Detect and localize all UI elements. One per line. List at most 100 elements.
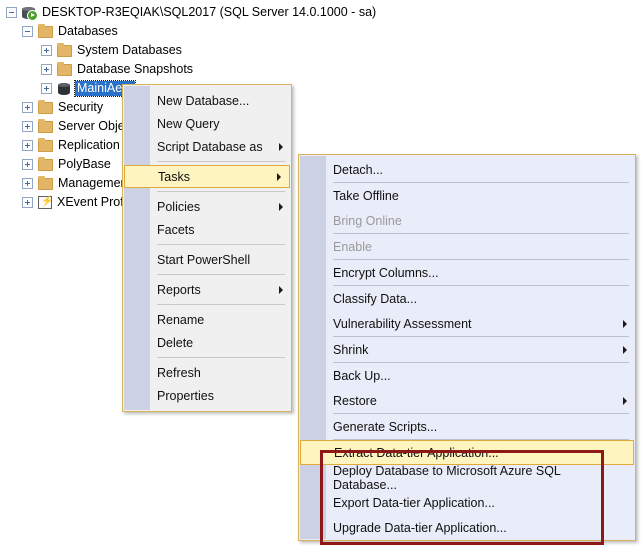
tree-item-label: Security [58,100,104,114]
folder-icon [38,156,53,171]
expand-icon[interactable] [41,64,52,75]
folder-icon [38,23,53,38]
collapse-icon[interactable] [6,7,17,18]
context-menu-item[interactable]: Delete [123,331,291,354]
expand-icon[interactable] [41,83,52,94]
collapse-icon[interactable] [22,26,33,37]
tree-item[interactable]: Databases [22,22,118,41]
menu-separator [157,161,285,162]
folder-icon [57,61,72,76]
submenu-arrow-icon [623,396,627,405]
menu-item-label: Tasks [158,169,190,184]
menu-item-label: Back Up... [333,368,391,383]
tasks-submenu-item[interactable]: Export Data-tier Application... [299,490,635,515]
folder-icon [38,118,53,133]
tree-item-label: Database Snapshots [77,62,194,76]
menu-item-label: Facets [157,222,195,237]
submenu-arrow-icon [623,345,627,354]
tasks-submenu-item[interactable]: Take Offline [299,183,635,208]
expand-icon[interactable] [22,102,33,113]
tree-item-label: Management [58,176,131,190]
tasks-submenu-item: Enable [299,234,635,259]
tasks-submenu-item[interactable]: Back Up... [299,363,635,388]
submenu-arrow-icon [277,172,281,181]
menu-item-label: Refresh [157,365,201,380]
expand-icon[interactable] [22,159,33,170]
context-menu-item[interactable]: New Database... [123,89,291,112]
menu-separator [157,304,285,305]
folder-icon [38,175,53,190]
tree-item-label: Replication [58,138,120,152]
context-menu-item[interactable]: Reports [123,278,291,301]
context-menu-item[interactable]: Start PowerShell [123,248,291,271]
tasks-submenu-item[interactable]: Extract Data-tier Application... [300,440,634,465]
menu-item-label: Classify Data... [333,291,418,306]
tree-item-label: System Databases [77,43,182,57]
menu-item-label: Export Data-tier Application... [333,495,495,510]
tree-item-label: PolyBase [58,157,111,171]
tasks-submenu-item[interactable]: Upgrade Data-tier Application... [299,515,635,540]
tree-item-label: Databases [58,24,118,38]
context-menu-item[interactable]: Refresh [123,361,291,384]
context-menu-item[interactable]: Script Database as [123,135,291,158]
menu-item-label: Detach... [333,162,384,177]
tree-item[interactable]: Replication [22,136,120,155]
tasks-submenu-item[interactable]: Vulnerability Assessment [299,311,635,336]
menu-item-label: Encrypt Columns... [333,265,439,280]
tasks-submenu-item[interactable]: Detach... [299,157,635,182]
expand-icon[interactable] [22,178,33,189]
tasks-submenu-item[interactable]: Classify Data... [299,286,635,311]
submenu-arrow-icon [279,202,283,211]
menu-separator [157,191,285,192]
tasks-submenu-items: Detach... Take Offline Bring Online Enable E… [299,157,635,540]
expand-icon[interactable] [41,45,52,56]
menu-item-label: Generate Scripts... [333,419,438,434]
context-menu-item[interactable]: Properties [123,384,291,407]
menu-item-label: Reports [157,282,201,297]
context-menu-item[interactable]: Facets [123,218,291,241]
tasks-submenu: Detach... Take Offline Bring Online Enable E… [298,154,636,541]
tasks-submenu-item[interactable]: Encrypt Columns... [299,260,635,285]
expand-icon[interactable] [22,121,33,132]
tasks-submenu-item[interactable]: Deploy Database to Microsoft Azure SQL D… [299,463,635,492]
menu-item-label: Deploy Database to Microsoft Azure SQL D… [333,463,561,492]
menu-item-label: Restore [333,393,377,408]
menu-item-label: New Database... [157,93,250,108]
menu-item-label: Policies [157,199,201,214]
tree-item[interactable]: Management [22,174,131,193]
tree-item-label: DESKTOP-R3EQIAK\SQL2017 (SQL Server 14.0… [42,5,377,19]
menu-item-label: New Query [157,116,220,131]
tasks-submenu-item[interactable]: Restore [299,388,635,413]
context-menu-item[interactable]: Policies [123,195,291,218]
context-menu-item[interactable]: Tasks [124,165,290,188]
menu-item-label: Vulnerability Assessment [333,316,472,331]
expand-icon[interactable] [22,197,33,208]
submenu-arrow-icon [623,319,627,328]
folder-icon [57,42,72,57]
tree-item[interactable]: System Databases [41,41,182,60]
database-icon [57,82,70,96]
menu-separator [157,357,285,358]
database-context-menu: New Database... New Query Script Database … [122,84,292,412]
tree-item[interactable]: Database Snapshots [41,60,193,79]
tasks-submenu-item: Bring Online [299,208,635,233]
menu-item-label: Script Database as [157,139,263,154]
tree-item[interactable]: DESKTOP-R3EQIAK\SQL2017 (SQL Server 14.0… [6,3,376,22]
tasks-submenu-item[interactable]: Shrink [299,337,635,362]
expand-icon[interactable] [22,140,33,151]
submenu-arrow-icon [279,285,283,294]
menu-item-label: Properties [157,388,214,403]
menu-separator [157,244,285,245]
tasks-submenu-item[interactable]: Generate Scripts... [299,414,635,439]
server-icon [22,6,38,21]
tree-item[interactable]: PolyBase [22,155,111,174]
menu-item-label: Shrink [333,342,369,357]
folder-icon [38,137,53,152]
menu-item-label: Bring Online [333,213,402,228]
menu-separator [157,274,285,275]
context-menu-item[interactable]: Rename [123,308,291,331]
context-menu-item[interactable]: New Query [123,112,291,135]
menu-item-label: Rename [157,312,205,327]
tree-item[interactable]: Security [22,98,103,117]
submenu-arrow-icon [279,142,283,151]
